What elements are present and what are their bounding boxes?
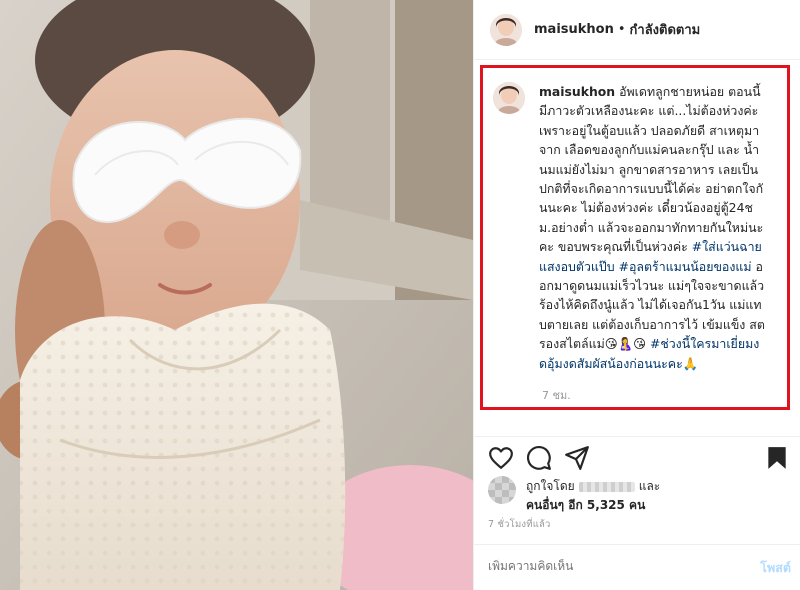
comment-button[interactable]	[526, 445, 552, 471]
action-bar	[474, 436, 800, 476]
instagram-post: maisukhon • กำลังติดตาม maisukhon อัพเดท…	[0, 0, 800, 590]
author-avatar[interactable]	[490, 13, 522, 46]
following-button[interactable]: กำลังติดตาม	[630, 19, 701, 40]
caption-username[interactable]: maisukhon	[539, 84, 615, 99]
likes-section: ถูกใจโดย และ คนอื่นๆ อีก 5,325 คน	[488, 476, 788, 516]
author-username[interactable]: maisukhon	[534, 22, 614, 37]
comment-bar: โพสต์	[474, 544, 800, 590]
post-timestamp[interactable]: 7 ชั่วโมงที่แล้ว	[488, 517, 551, 532]
liked-by-line: ถูกใจโดย และ	[526, 477, 660, 496]
caption-body-1: อัพเดทลูกชายหน่อย ตอนนี้มีภาวะตัวเหลืองน…	[539, 84, 764, 255]
caption-avatar[interactable]	[493, 82, 525, 114]
comment-icon	[527, 446, 551, 470]
like-button[interactable]	[488, 445, 514, 471]
caption-highlight-box: maisukhon อัพเดทลูกชายหน่อย ตอนนี้มีภาวะ…	[480, 65, 790, 410]
liked-by-prefix: ถูกใจโดย	[526, 479, 575, 493]
caption-row: maisukhon อัพเดทลูกชายหน่อย ตอนนี้มีภาวะ…	[493, 82, 783, 373]
liked-by-suffix: และ	[638, 479, 661, 493]
avatar-image	[493, 82, 525, 114]
liker-avatar[interactable]	[488, 476, 516, 504]
post-side-panel: maisukhon • กำลังติดตาม maisukhon อัพเดท…	[473, 0, 800, 590]
header-separator: •	[617, 22, 626, 37]
liker-username-blurred[interactable]	[578, 481, 635, 492]
share-button[interactable]	[564, 445, 590, 471]
post-header: maisukhon • กำลังติดตาม	[474, 0, 800, 60]
others-like-count[interactable]: คนอื่นๆ อีก 5,325 คน	[526, 496, 645, 515]
baby-photo-image	[0, 0, 473, 590]
caption-text: maisukhon อัพเดทลูกชายหน่อย ตอนนี้มีภาวะ…	[539, 82, 765, 373]
save-button[interactable]	[764, 445, 790, 471]
caption-timestamp[interactable]: 7 ชม.	[542, 386, 571, 404]
comment-input[interactable]	[488, 559, 718, 573]
hashtag-link[interactable]: #อุลตร้าแมนน้อยของแม่	[619, 259, 752, 274]
share-icon	[565, 446, 589, 470]
post-comment-button[interactable]: โพสต์	[760, 558, 791, 578]
bookmark-icon	[768, 447, 786, 469]
heart-icon	[489, 447, 513, 469]
post-photo[interactable]	[0, 0, 473, 590]
avatar-image	[490, 13, 522, 46]
caption-body-3: 🙏	[682, 355, 699, 371]
